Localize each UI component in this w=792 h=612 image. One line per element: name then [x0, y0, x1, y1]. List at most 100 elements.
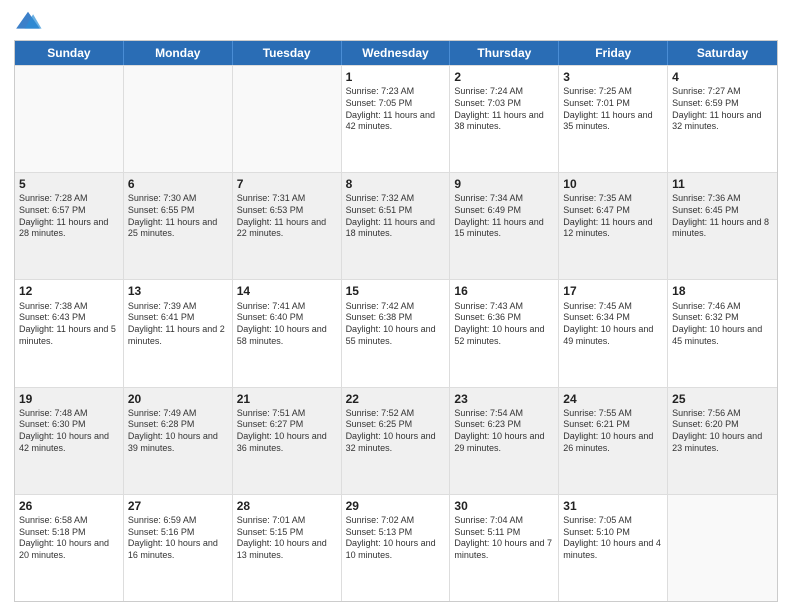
calendar-cell: 19Sunrise: 7:48 AM Sunset: 6:30 PM Dayli… — [15, 388, 124, 494]
calendar-cell: 27Sunrise: 6:59 AM Sunset: 5:16 PM Dayli… — [124, 495, 233, 601]
day-number: 26 — [19, 498, 119, 514]
calendar-cell: 1Sunrise: 7:23 AM Sunset: 7:05 PM Daylig… — [342, 66, 451, 172]
day-number: 22 — [346, 391, 446, 407]
calendar-cell — [233, 66, 342, 172]
cell-info: Sunrise: 7:43 AM Sunset: 6:36 PM Dayligh… — [454, 301, 554, 348]
cell-info: Sunrise: 7:41 AM Sunset: 6:40 PM Dayligh… — [237, 301, 337, 348]
day-number: 20 — [128, 391, 228, 407]
cell-info: Sunrise: 7:23 AM Sunset: 7:05 PM Dayligh… — [346, 86, 446, 133]
calendar-cell: 11Sunrise: 7:36 AM Sunset: 6:45 PM Dayli… — [668, 173, 777, 279]
day-number: 18 — [672, 283, 773, 299]
calendar-cell: 31Sunrise: 7:05 AM Sunset: 5:10 PM Dayli… — [559, 495, 668, 601]
calendar-row-1: 5Sunrise: 7:28 AM Sunset: 6:57 PM Daylig… — [15, 172, 777, 279]
calendar-cell: 3Sunrise: 7:25 AM Sunset: 7:01 PM Daylig… — [559, 66, 668, 172]
day-number: 19 — [19, 391, 119, 407]
day-number: 29 — [346, 498, 446, 514]
cell-info: Sunrise: 7:56 AM Sunset: 6:20 PM Dayligh… — [672, 408, 773, 455]
cell-info: Sunrise: 7:30 AM Sunset: 6:55 PM Dayligh… — [128, 193, 228, 240]
cell-info: Sunrise: 7:24 AM Sunset: 7:03 PM Dayligh… — [454, 86, 554, 133]
calendar-cell: 26Sunrise: 6:58 AM Sunset: 5:18 PM Dayli… — [15, 495, 124, 601]
day-number: 8 — [346, 176, 446, 192]
cell-info: Sunrise: 7:38 AM Sunset: 6:43 PM Dayligh… — [19, 301, 119, 348]
calendar-cell: 23Sunrise: 7:54 AM Sunset: 6:23 PM Dayli… — [450, 388, 559, 494]
cell-info: Sunrise: 7:25 AM Sunset: 7:01 PM Dayligh… — [563, 86, 663, 133]
calendar-cell: 20Sunrise: 7:49 AM Sunset: 6:28 PM Dayli… — [124, 388, 233, 494]
calendar-body: 1Sunrise: 7:23 AM Sunset: 7:05 PM Daylig… — [15, 65, 777, 601]
calendar-row-0: 1Sunrise: 7:23 AM Sunset: 7:05 PM Daylig… — [15, 65, 777, 172]
calendar-cell — [668, 495, 777, 601]
day-number: 1 — [346, 69, 446, 85]
day-number: 25 — [672, 391, 773, 407]
cell-info: Sunrise: 7:55 AM Sunset: 6:21 PM Dayligh… — [563, 408, 663, 455]
calendar-cell: 28Sunrise: 7:01 AM Sunset: 5:15 PM Dayli… — [233, 495, 342, 601]
logo-icon — [14, 10, 42, 32]
weekday-header-monday: Monday — [124, 41, 233, 65]
cell-info: Sunrise: 7:48 AM Sunset: 6:30 PM Dayligh… — [19, 408, 119, 455]
day-number: 27 — [128, 498, 228, 514]
day-number: 15 — [346, 283, 446, 299]
day-number: 17 — [563, 283, 663, 299]
calendar-cell: 30Sunrise: 7:04 AM Sunset: 5:11 PM Dayli… — [450, 495, 559, 601]
day-number: 31 — [563, 498, 663, 514]
cell-info: Sunrise: 7:01 AM Sunset: 5:15 PM Dayligh… — [237, 515, 337, 562]
day-number: 6 — [128, 176, 228, 192]
cell-info: Sunrise: 6:59 AM Sunset: 5:16 PM Dayligh… — [128, 515, 228, 562]
calendar-cell: 16 Sunrise: 7:43 AM Sunset: 6:36 PM Dayli… — [450, 280, 559, 386]
calendar-row-4: 26Sunrise: 6:58 AM Sunset: 5:18 PM Dayli… — [15, 494, 777, 601]
day-number: 14 — [237, 283, 337, 299]
weekday-header-saturday: Saturday — [668, 41, 777, 65]
day-number: 28 — [237, 498, 337, 514]
calendar-cell: 4Sunrise: 7:27 AM Sunset: 6:59 PM Daylig… — [668, 66, 777, 172]
weekday-header-tuesday: Tuesday — [233, 41, 342, 65]
calendar-cell: 2Sunrise: 7:24 AM Sunset: 7:03 PM Daylig… — [450, 66, 559, 172]
calendar-cell: 13 Sunrise: 7:39 AM Sunset: 6:41 PM Dayli… — [124, 280, 233, 386]
weekday-header-thursday: Thursday — [450, 41, 559, 65]
day-number: 2 — [454, 69, 554, 85]
logo — [14, 10, 46, 32]
calendar-row-3: 19Sunrise: 7:48 AM Sunset: 6:30 PM Dayli… — [15, 387, 777, 494]
calendar-cell: 7Sunrise: 7:31 AM Sunset: 6:53 PM Daylig… — [233, 173, 342, 279]
cell-info: Sunrise: 7:32 AM Sunset: 6:51 PM Dayligh… — [346, 193, 446, 240]
day-number: 4 — [672, 69, 773, 85]
cell-info: Sunrise: 7:05 AM Sunset: 5:10 PM Dayligh… — [563, 515, 663, 562]
calendar-cell: 24Sunrise: 7:55 AM Sunset: 6:21 PM Dayli… — [559, 388, 668, 494]
calendar-cell — [15, 66, 124, 172]
day-number: 12 — [19, 283, 119, 299]
day-number: 23 — [454, 391, 554, 407]
calendar-cell: 12 Sunrise: 7:38 AM Sunset: 6:43 PM Dayli… — [15, 280, 124, 386]
cell-info: Sunrise: 7:51 AM Sunset: 6:27 PM Dayligh… — [237, 408, 337, 455]
calendar-cell: 6Sunrise: 7:30 AM Sunset: 6:55 PM Daylig… — [124, 173, 233, 279]
day-number: 13 — [128, 283, 228, 299]
calendar-cell: 15 Sunrise: 7:42 AM Sunset: 6:38 PM Dayli… — [342, 280, 451, 386]
cell-info: Sunrise: 7:27 AM Sunset: 6:59 PM Dayligh… — [672, 86, 773, 133]
cell-info: Sunrise: 6:58 AM Sunset: 5:18 PM Dayligh… — [19, 515, 119, 562]
cell-info: Sunrise: 7:31 AM Sunset: 6:53 PM Dayligh… — [237, 193, 337, 240]
cell-info: Sunrise: 7:39 AM Sunset: 6:41 PM Dayligh… — [128, 301, 228, 348]
day-number: 3 — [563, 69, 663, 85]
cell-info: Sunrise: 7:46 AM Sunset: 6:32 PM Dayligh… — [672, 301, 773, 348]
calendar-cell: 22Sunrise: 7:52 AM Sunset: 6:25 PM Dayli… — [342, 388, 451, 494]
calendar-cell: 9Sunrise: 7:34 AM Sunset: 6:49 PM Daylig… — [450, 173, 559, 279]
cell-info: Sunrise: 7:02 AM Sunset: 5:13 PM Dayligh… — [346, 515, 446, 562]
calendar-header-row: SundayMondayTuesdayWednesdayThursdayFrid… — [15, 41, 777, 65]
cell-info: Sunrise: 7:42 AM Sunset: 6:38 PM Dayligh… — [346, 301, 446, 348]
day-number: 30 — [454, 498, 554, 514]
cell-info: Sunrise: 7:34 AM Sunset: 6:49 PM Dayligh… — [454, 193, 554, 240]
weekday-header-friday: Friday — [559, 41, 668, 65]
cell-info: Sunrise: 7:54 AM Sunset: 6:23 PM Dayligh… — [454, 408, 554, 455]
cell-info: Sunrise: 7:52 AM Sunset: 6:25 PM Dayligh… — [346, 408, 446, 455]
calendar-cell: 5Sunrise: 7:28 AM Sunset: 6:57 PM Daylig… — [15, 173, 124, 279]
weekday-header-wednesday: Wednesday — [342, 41, 451, 65]
day-number: 7 — [237, 176, 337, 192]
cell-info: Sunrise: 7:28 AM Sunset: 6:57 PM Dayligh… — [19, 193, 119, 240]
calendar-cell: 21Sunrise: 7:51 AM Sunset: 6:27 PM Dayli… — [233, 388, 342, 494]
cell-info: Sunrise: 7:04 AM Sunset: 5:11 PM Dayligh… — [454, 515, 554, 562]
day-number: 16 — [454, 283, 554, 299]
day-number: 10 — [563, 176, 663, 192]
weekday-header-sunday: Sunday — [15, 41, 124, 65]
cell-info: Sunrise: 7:36 AM Sunset: 6:45 PM Dayligh… — [672, 193, 773, 240]
calendar-row-2: 12 Sunrise: 7:38 AM Sunset: 6:43 PM Dayli… — [15, 279, 777, 386]
calendar-cell: 8Sunrise: 7:32 AM Sunset: 6:51 PM Daylig… — [342, 173, 451, 279]
day-number: 9 — [454, 176, 554, 192]
day-number: 24 — [563, 391, 663, 407]
